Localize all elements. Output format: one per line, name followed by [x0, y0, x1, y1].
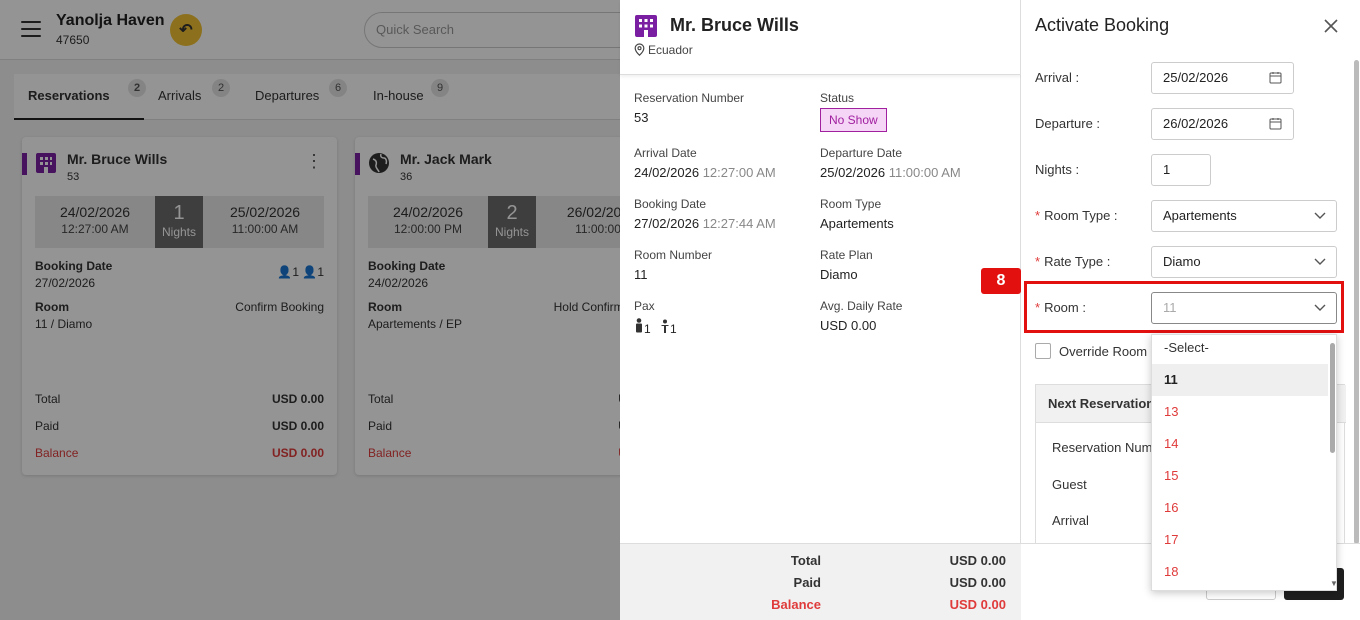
balance-value: USD 0.00 — [949, 597, 1006, 612]
room-type-value: Apartements — [1163, 208, 1237, 223]
arrival-label-text: Arrival — [1035, 70, 1072, 85]
room-number: 11 — [634, 267, 648, 282]
details-header: Mr. Bruce Wills Ecuador — [620, 0, 1021, 75]
adult-icon — [636, 318, 642, 333]
departure-time: 11:00:00 AM — [888, 165, 961, 180]
override-room-rate-checkbox[interactable] — [1035, 343, 1051, 359]
status-label: Status — [820, 91, 855, 105]
room-number-label: Room Number — [634, 248, 713, 262]
arrival-date: 24/02/2026 — [634, 165, 700, 180]
guest-name: Mr. Bruce Wills — [670, 15, 799, 35]
booking-date: 27/02/2026 — [634, 216, 700, 231]
pax-label: Pax — [634, 299, 655, 313]
dropdown-option[interactable]: 17 — [1152, 524, 1328, 556]
departure-date-value: 26/02/2026 — [1163, 116, 1229, 131]
arrival-date-label: Arrival Date — [634, 146, 697, 160]
arrival-date-field[interactable]: 25/02/2026 — [1151, 62, 1294, 94]
dropdown-option[interactable]: -Select- — [1152, 335, 1328, 364]
departure-label-text: Departure — [1035, 116, 1093, 131]
room-type: Apartements — [820, 216, 894, 231]
rate-type-label-text: Rate Type — [1044, 254, 1104, 269]
paid-label: Paid — [793, 575, 821, 590]
departure-date: 25/02/2026 — [820, 165, 886, 180]
rate-type-value: Diamo — [1163, 254, 1201, 269]
modal-backdrop[interactable] — [0, 0, 620, 620]
dropdown-option[interactable]: 14 — [1152, 428, 1328, 460]
reservation-number: 53 — [634, 110, 649, 125]
nights-input[interactable]: 1 — [1151, 154, 1211, 186]
departure-date-label: Departure Date — [820, 146, 903, 160]
child-icon — [661, 319, 670, 333]
dropdown-option-selected[interactable]: 11 — [1152, 364, 1328, 396]
panel-title: Activate Booking — [1035, 15, 1170, 35]
guest-location: Ecuador — [634, 43, 693, 57]
booking-date-label: Booking Date — [634, 197, 707, 211]
next-reservation-number-label: Reservation Num — [1052, 440, 1153, 455]
total-value: USD 0.00 — [949, 553, 1006, 568]
room-dropdown-list[interactable]: -Select- 11 13 14 15 16 17 18 ▼ — [1151, 334, 1337, 591]
building-icon — [635, 15, 657, 37]
rate-plan-label: Rate Plan — [820, 248, 873, 262]
dropdown-option[interactable]: 16 — [1152, 492, 1328, 524]
departure-date-value: 25/02/2026 11:00:00 AM — [820, 165, 961, 180]
arrival-date-value: 25/02/2026 — [1163, 70, 1229, 85]
required-marker: * — [1035, 208, 1041, 223]
dropdown-option[interactable]: 18 — [1152, 556, 1328, 588]
booking-date-value: 27/02/2026 12:27:44 AM — [634, 216, 776, 231]
nights-label: Nights : — [1035, 162, 1080, 177]
arrival-date-value: 24/02/2026 12:27:00 AM — [634, 165, 776, 180]
departure-date-field[interactable]: 26/02/2026 — [1151, 108, 1294, 140]
booking-time: 12:27:44 AM — [702, 216, 776, 231]
details-totals: Total USD 0.00 Paid USD 0.00 Balance USD… — [620, 543, 1021, 620]
adr-value: USD 0.00 — [820, 318, 877, 333]
location-text: Ecuador — [648, 43, 693, 57]
next-guest-label: Guest — [1052, 477, 1087, 492]
reservation-details-panel: Mr. Bruce Wills Ecuador Reservation Numb… — [620, 0, 1021, 620]
calendar-icon[interactable] — [1269, 71, 1282, 84]
dropdown-scrollbar[interactable] — [1330, 343, 1335, 453]
pax-value: 1 1 — [634, 318, 677, 336]
adr-label: Avg. Daily Rate — [820, 299, 903, 313]
arrival-label: Arrival : — [1035, 70, 1080, 85]
rate-type-label: * Rate Type : — [1035, 254, 1111, 269]
room-type-label: * Room Type : — [1035, 208, 1118, 223]
scroll-down-icon[interactable]: ▼ — [1330, 579, 1336, 588]
calendar-icon[interactable] — [1269, 117, 1282, 130]
nights-label-text: Nights — [1035, 162, 1072, 177]
child-count: 1 — [670, 322, 677, 336]
next-arrival-label: Arrival — [1052, 513, 1089, 528]
dropdown-option[interactable]: 13 — [1152, 396, 1328, 428]
chevron-down-icon — [1314, 258, 1326, 265]
room-type-select[interactable]: Apartements — [1151, 200, 1337, 232]
reservation-number-label: Reservation Number — [634, 91, 745, 105]
paid-value: USD 0.00 — [949, 575, 1006, 590]
step-highlight — [1024, 281, 1344, 333]
room-type-label: Room Type — [820, 197, 882, 211]
rate-plan: Diamo — [820, 267, 858, 282]
close-icon[interactable] — [1323, 18, 1339, 34]
rate-type-select[interactable]: Diamo — [1151, 246, 1337, 278]
total-label: Total — [790, 553, 821, 568]
arrival-time: 12:27:00 AM — [702, 165, 776, 180]
step-badge: 8 — [981, 268, 1021, 294]
room-type-label-text: Room Type — [1044, 208, 1111, 223]
required-marker: * — [1035, 254, 1041, 269]
panel-scrollbar[interactable] — [1354, 60, 1359, 544]
override-room-rate-label: Override Room R — [1059, 344, 1161, 359]
status-badge: No Show — [820, 108, 887, 132]
dropdown-option[interactable]: 15 — [1152, 460, 1328, 492]
departure-label: Departure : — [1035, 116, 1101, 131]
location-pin-icon — [634, 43, 645, 57]
adult-count: 1 — [644, 322, 651, 336]
chevron-down-icon — [1314, 212, 1326, 219]
balance-label: Balance — [771, 597, 821, 612]
